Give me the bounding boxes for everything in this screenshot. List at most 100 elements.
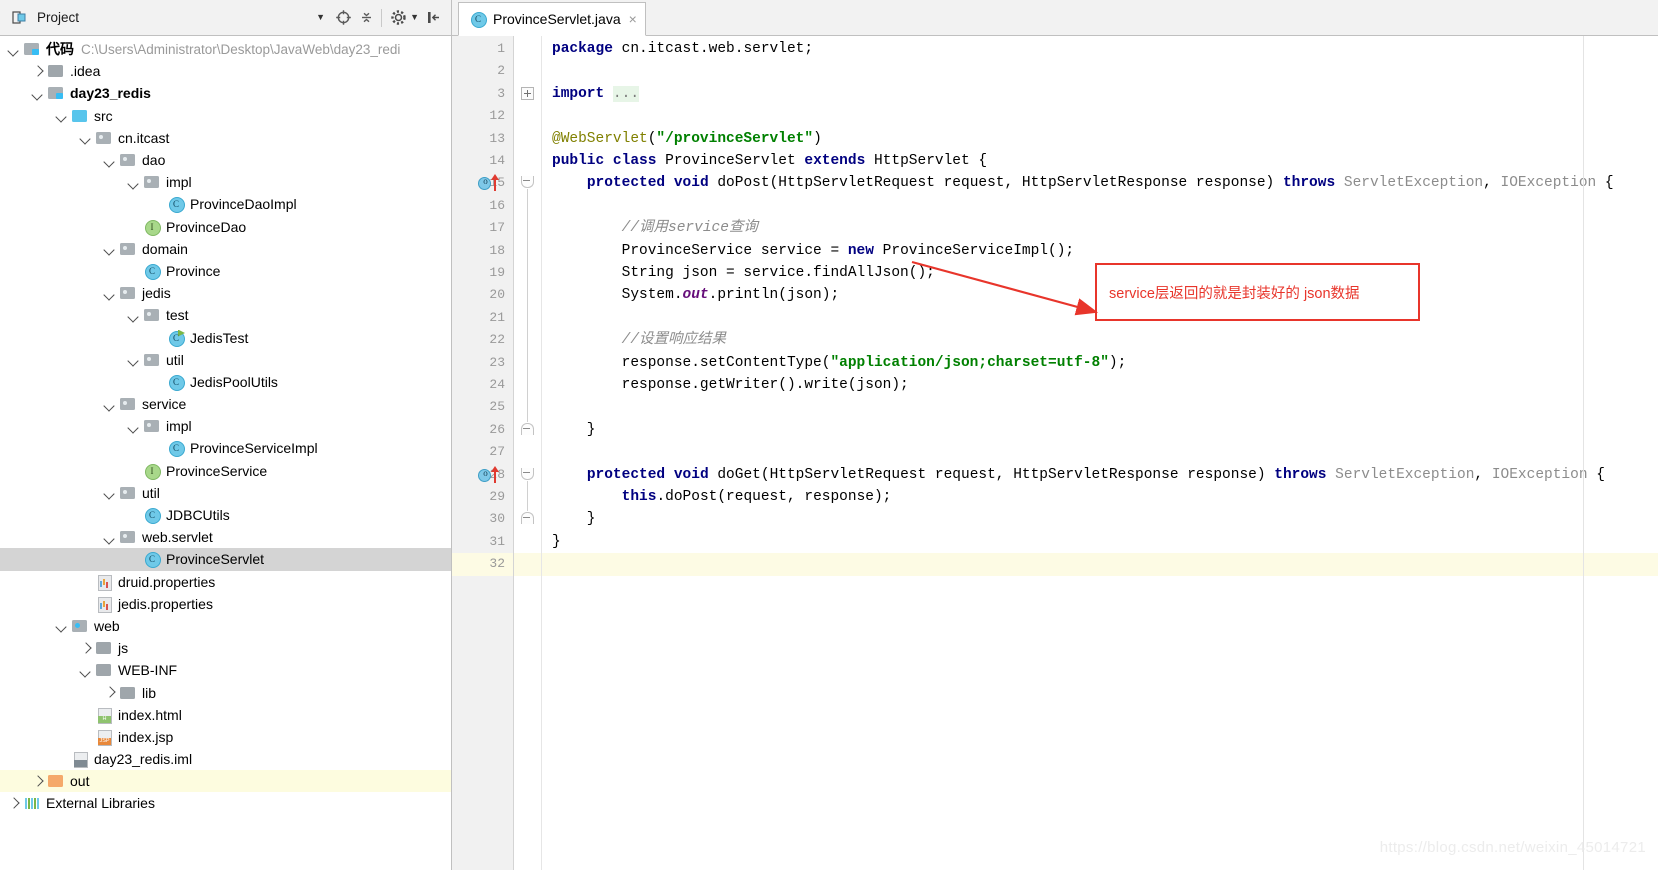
chevron-down-icon[interactable] <box>55 109 68 122</box>
code-line[interactable]: System.out.println(json); <box>552 284 840 306</box>
collapse-all-icon[interactable] <box>355 7 377 29</box>
code-line[interactable]: //调用service查询 <box>552 217 758 239</box>
tree-row-web-servlet[interactable]: web.servlet <box>0 526 451 548</box>
code-line[interactable]: this.doPost(request, response); <box>552 486 892 508</box>
chevron-down-icon[interactable] <box>103 154 116 167</box>
tree-row-provincedao[interactable]: ProvinceDao <box>0 216 451 238</box>
tree-row-web-inf[interactable]: WEB-INF <box>0 659 451 681</box>
fold-guide-line <box>527 480 528 512</box>
chevron-down-icon[interactable] <box>127 309 140 322</box>
project-tool-window-title: Project <box>37 10 80 25</box>
chevron-down-icon[interactable] <box>127 176 140 189</box>
editor-gutter[interactable]: 1231213141516171819202122232425262728293… <box>452 36 514 870</box>
code-line[interactable]: } <box>552 531 561 553</box>
caret-line-highlight <box>542 553 1658 576</box>
chevron-right-icon[interactable] <box>103 686 116 699</box>
chevron-down-icon[interactable] <box>103 398 116 411</box>
tree-row-impl[interactable]: impl <box>0 415 451 437</box>
code-line[interactable]: } <box>552 508 596 530</box>
code-line[interactable]: } <box>552 419 596 441</box>
chevron-down-icon[interactable] <box>103 531 116 544</box>
chevron-right-icon[interactable] <box>7 797 20 810</box>
chevron-down-icon[interactable] <box>79 131 92 144</box>
tree-row-external-libraries[interactable]: External Libraries <box>0 792 451 814</box>
override-method-marker-icon[interactable] <box>478 465 504 484</box>
crosshair-locate-icon[interactable] <box>332 7 354 29</box>
gear-dropdown-chevron-icon[interactable]: ▼ <box>410 13 419 22</box>
editor-code-area[interactable]: package cn.itcast.web.servlet; import ...… <box>542 36 1658 870</box>
project-tree[interactable]: 代码 C:\Users\Administrator\Desktop\JavaWeb… <box>0 36 452 870</box>
code-line[interactable]: @WebServlet("/provinceServlet") <box>552 128 822 150</box>
chevron-right-icon[interactable] <box>31 775 44 788</box>
tree-row-util[interactable]: util <box>0 482 451 504</box>
tree-row-test[interactable]: test <box>0 304 451 326</box>
tree-row-service[interactable]: service <box>0 393 451 415</box>
tree-row-provinceserviceimpl[interactable]: ProvinceServiceImpl <box>0 437 451 459</box>
tree-row-jedispoolutils[interactable]: JedisPoolUtils <box>0 371 451 393</box>
tree-row-druid-properties[interactable]: druid.properties <box>0 571 451 593</box>
collapse-dopost-end-fold-icon[interactable] <box>521 422 534 435</box>
chevron-down-icon[interactable] <box>127 420 140 433</box>
expand-imports-fold-icon[interactable] <box>521 86 534 100</box>
code-line[interactable]: response.setContentType("application/jso… <box>552 352 1127 374</box>
chevron-down-icon[interactable] <box>79 664 92 677</box>
code-editor[interactable]: 1231213141516171819202122232425262728293… <box>452 36 1658 870</box>
tree-row-day23-redis-iml[interactable]: day23_redis.iml <box>0 748 451 770</box>
collapse-doget-fold-icon[interactable] <box>521 467 534 480</box>
tree-row-provinceservlet[interactable]: ProvinceServlet <box>0 548 451 571</box>
tree-row-util[interactable]: util <box>0 349 451 371</box>
hide-tool-window-icon[interactable] <box>423 7 445 29</box>
code-line[interactable]: protected void doPost(HttpServletRequest… <box>552 172 1614 194</box>
tree-row-jedistest[interactable]: JedisTest <box>0 326 451 348</box>
tree-row-cn-itcast[interactable]: cn.itcast <box>0 127 451 149</box>
code-line[interactable]: protected void doGet(HttpServletRequest … <box>552 464 1605 486</box>
chevron-down-icon[interactable] <box>127 353 140 366</box>
tree-row-index-jsp[interactable]: JSP index.jsp <box>0 726 451 748</box>
chevron-right-icon[interactable] <box>31 65 44 78</box>
tree-row-js[interactable]: js <box>0 637 451 659</box>
chevron-down-icon[interactable] <box>55 619 68 632</box>
no-toggle-spacer <box>127 264 140 277</box>
chevron-down-icon[interactable] <box>31 87 44 100</box>
chevron-down-icon[interactable] <box>103 242 116 255</box>
tree-row-label: day23_redis <box>70 85 151 102</box>
tree-row-src[interactable]: src <box>0 105 451 127</box>
tree-row-domain[interactable]: domain <box>0 238 451 260</box>
override-method-marker-icon[interactable] <box>478 174 504 192</box>
editor-tab-province-servlet[interactable]: ProvinceServlet.java × <box>458 2 646 36</box>
tree-row-impl[interactable]: impl <box>0 171 451 193</box>
code-line[interactable]: String json = service.findAllJson(); <box>552 262 935 284</box>
chevron-down-icon[interactable] <box>103 287 116 300</box>
tree-row-dao[interactable]: dao <box>0 149 451 171</box>
chevron-down-icon[interactable]: ▼ <box>316 13 325 22</box>
tree-row--idea[interactable]: .idea <box>0 60 451 82</box>
close-icon[interactable]: × <box>629 12 637 26</box>
code-line[interactable]: import ... <box>552 83 640 105</box>
editor-fold-column[interactable] <box>514 36 542 870</box>
override-arrow-head-icon <box>491 465 499 472</box>
collapse-dopost-fold-icon[interactable] <box>521 176 534 189</box>
tree-row-provinceservice[interactable]: ProvinceService <box>0 460 451 482</box>
tree-row-out[interactable]: out <box>0 770 451 793</box>
project-tool-window-icon <box>8 7 30 29</box>
code-line[interactable]: response.getWriter().write(json); <box>552 374 909 396</box>
tree-row-jedis-properties[interactable]: jedis.properties <box>0 593 451 615</box>
tree-row-index-html[interactable]: Hindex.html <box>0 704 451 726</box>
code-line[interactable]: ProvinceService service = new ProvinceSe… <box>552 240 1075 262</box>
code-line[interactable]: //设置响应结果 <box>552 329 726 351</box>
tree-row-province[interactable]: Province <box>0 260 451 282</box>
tree-row-day23-redis[interactable]: day23_redis <box>0 82 451 104</box>
chevron-right-icon[interactable] <box>79 642 92 655</box>
gear-icon[interactable] <box>387 7 409 29</box>
tree-row-web[interactable]: web <box>0 615 451 637</box>
tree-row-jedis[interactable]: jedis <box>0 282 451 304</box>
tree-row-lib[interactable]: lib <box>0 681 451 703</box>
tree-row-provincedaoimpl[interactable]: ProvinceDaoImpl <box>0 193 451 215</box>
code-line[interactable]: package cn.itcast.web.servlet; <box>552 38 813 60</box>
chevron-down-icon[interactable] <box>103 486 116 499</box>
collapse-doget-end-fold-icon[interactable] <box>521 512 534 525</box>
chevron-down-icon[interactable] <box>7 43 20 56</box>
tree-row-jdbcutils[interactable]: JDBCUtils <box>0 504 451 526</box>
tree-row--[interactable]: 代码 C:\Users\Administrator\Desktop\JavaWeb… <box>0 38 451 60</box>
code-line[interactable]: public class ProvinceServlet extends Htt… <box>552 150 987 172</box>
